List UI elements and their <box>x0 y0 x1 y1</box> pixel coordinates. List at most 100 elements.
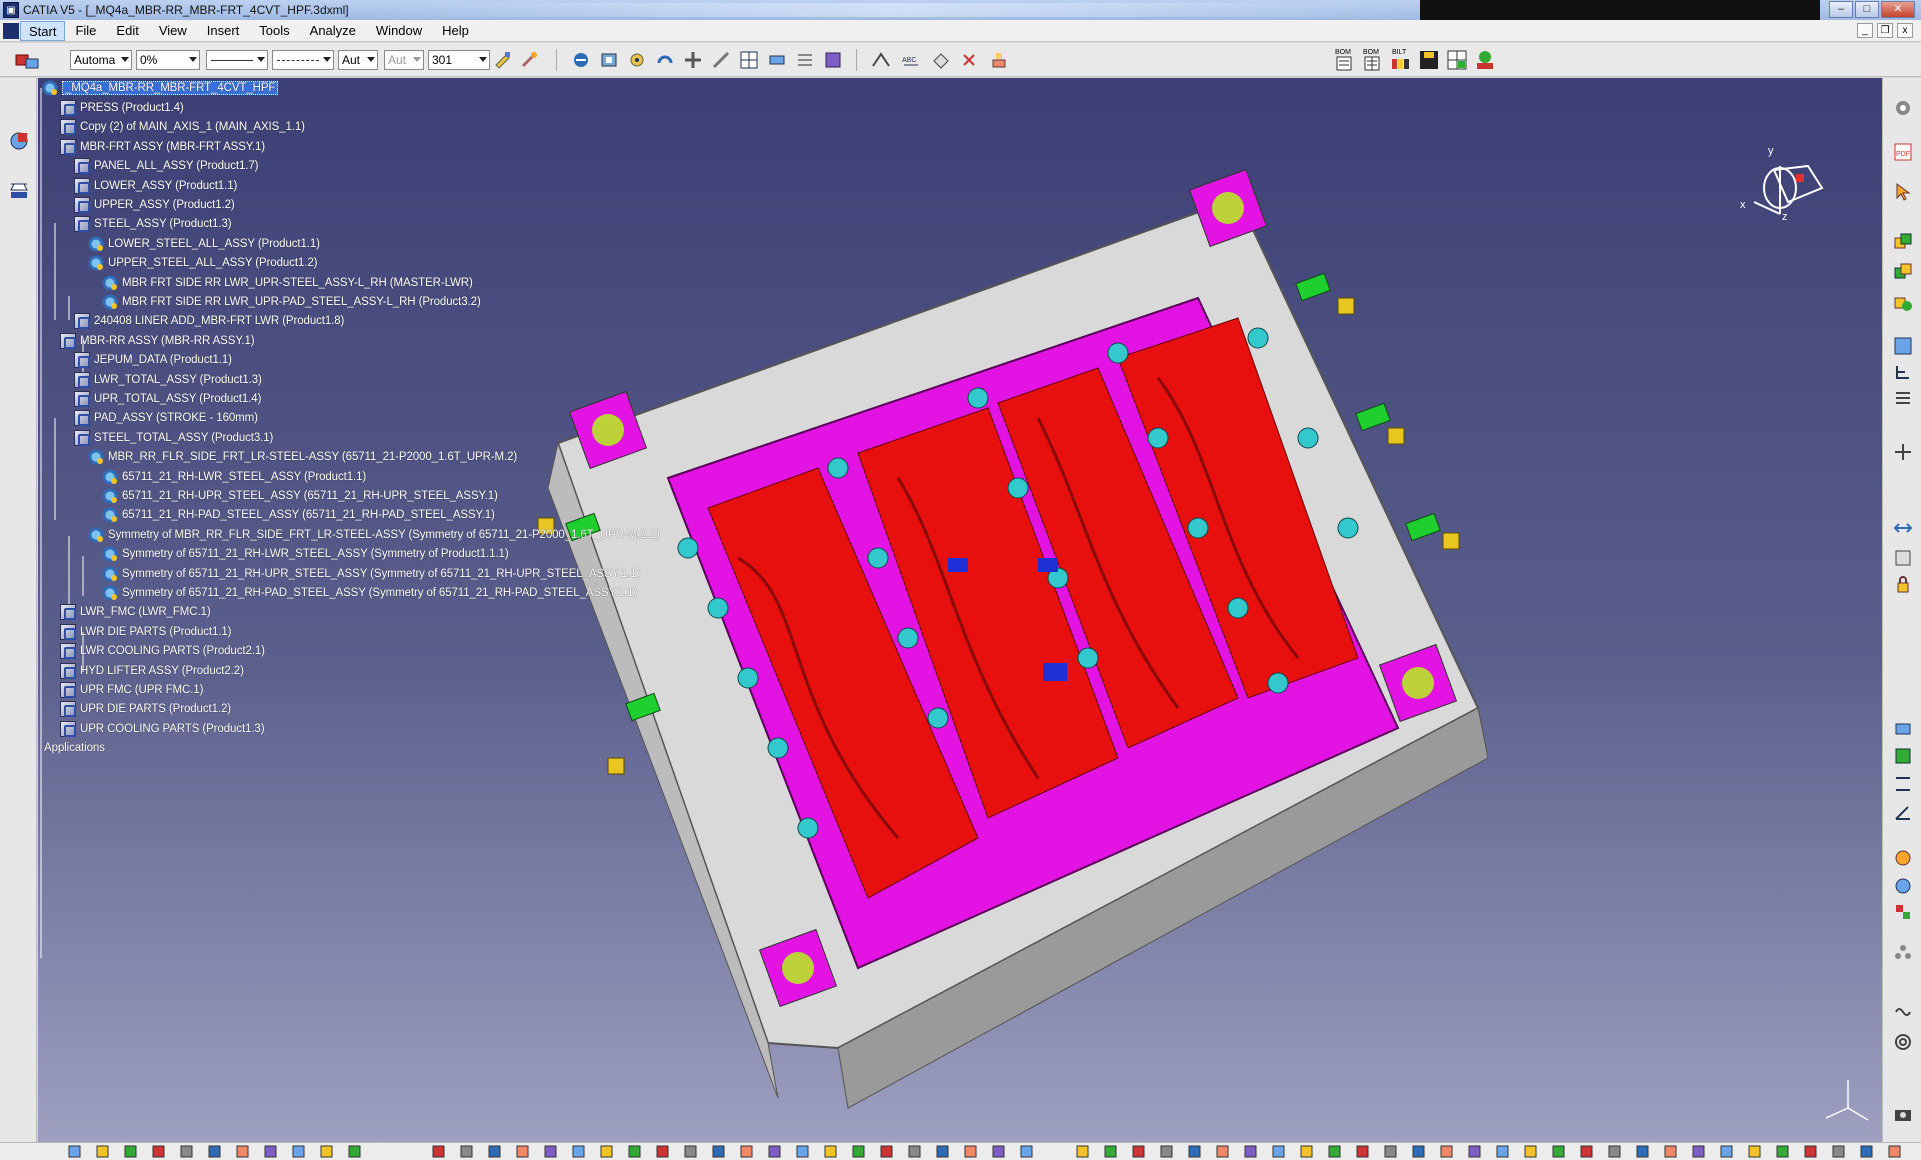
multi-view-icon[interactable] <box>740 51 758 69</box>
tree-node[interactable]: MBR FRT SIDE RR LWR_UPR-STEEL_ASSY-L_RH … <box>102 273 473 293</box>
bottom-toolbar-tool-icon[interactable] <box>880 1145 893 1158</box>
bottom-toolbar-tool-icon[interactable] <box>1328 1145 1341 1158</box>
section-icon[interactable] <box>932 51 950 69</box>
tree-node[interactable]: 65711_21_RH-PAD_STEEL_ASSY (65711_21_RH-… <box>102 505 495 525</box>
line-type-combo[interactable] <box>272 50 334 70</box>
bottom-toolbar-tool-icon[interactable] <box>180 1145 193 1158</box>
tree-node[interactable]: UPPER_STEEL_ALL_ASSY (Product1.2) <box>88 253 317 273</box>
pan-icon[interactable] <box>628 51 646 69</box>
tree-node[interactable]: LOWER_STEEL_ALL_ASSY (Product1.1) <box>88 234 320 254</box>
reorder-icon[interactable] <box>1893 388 1913 408</box>
fit-all-icon[interactable] <box>600 51 618 69</box>
bottom-toolbar-tool-icon[interactable] <box>1748 1145 1761 1158</box>
bottom-toolbar-tool-icon[interactable] <box>432 1145 445 1158</box>
bottom-toolbar-tool-icon[interactable] <box>712 1145 725 1158</box>
exploded-view-icon[interactable] <box>1893 942 1913 962</box>
tree-node[interactable]: Symmetry of MBR_RR_FLR_SIDE_FRT_LR-STEEL… <box>88 525 660 545</box>
menu-edit[interactable]: Edit <box>106 21 148 41</box>
tree-node[interactable]: PAD_ASSY (STROKE - 160mm) <box>74 408 258 428</box>
bottom-toolbar-tool-icon[interactable] <box>488 1145 501 1158</box>
bottom-toolbar-tool-icon[interactable] <box>600 1145 613 1158</box>
bottom-toolbar-tool-icon[interactable] <box>1104 1145 1117 1158</box>
graph-tree-icon[interactable] <box>1893 362 1913 382</box>
tree-node[interactable]: STEEL_TOTAL_ASSY (Product3.1) <box>74 428 273 448</box>
bottom-toolbar-tool-icon[interactable] <box>516 1145 529 1158</box>
save-disk-icon[interactable] <box>1418 49 1440 71</box>
tree-node[interactable]: UPPER_ASSY (Product1.2) <box>74 195 235 215</box>
bottom-toolbar-tool-icon[interactable] <box>768 1145 781 1158</box>
bottom-toolbar-tool-icon[interactable] <box>1888 1145 1901 1158</box>
close-button[interactable]: ✕ <box>1881 1 1915 18</box>
bottom-toolbar-tool-icon[interactable] <box>348 1145 361 1158</box>
tree-node[interactable]: PRESS (Product1.4) <box>60 98 184 118</box>
menu-tools[interactable]: Tools <box>249 21 299 41</box>
tree-node[interactable]: MBR-FRT ASSY (MBR-FRT ASSY.1) <box>60 137 265 157</box>
tree-node[interactable]: 65711_21_RH-UPR_STEEL_ASSY (65711_21_RH-… <box>102 486 498 506</box>
bottom-toolbar-tool-icon[interactable] <box>1636 1145 1649 1158</box>
tree-node[interactable]: MBR-RR ASSY (MBR-RR ASSY.1) <box>60 331 255 351</box>
menu-help[interactable]: Help <box>432 21 479 41</box>
spring-icon[interactable] <box>1893 1002 1913 1022</box>
bottom-toolbar-tool-icon[interactable] <box>68 1145 81 1158</box>
compass-reset-icon[interactable] <box>8 178 30 202</box>
export-icon[interactable] <box>1474 49 1496 71</box>
bottom-toolbar-tool-icon[interactable] <box>1664 1145 1677 1158</box>
bottom-toolbar-tool-icon[interactable] <box>1524 1145 1537 1158</box>
bottom-toolbar-tool-icon[interactable] <box>1832 1145 1845 1158</box>
bottom-toolbar-tool-icon[interactable] <box>572 1145 585 1158</box>
bottom-toolbar-tool-icon[interactable] <box>1244 1145 1257 1158</box>
insert-component-icon[interactable] <box>1893 232 1913 252</box>
catia-app-icon[interactable]: ▣ <box>3 2 19 18</box>
bottom-toolbar-tool-icon[interactable] <box>320 1145 333 1158</box>
wand-icon[interactable] <box>520 51 538 69</box>
tree-node[interactable]: LOWER_ASSY (Product1.1) <box>74 176 237 196</box>
tree-applications-node[interactable]: Applications <box>44 738 105 758</box>
tree-node[interactable]: LWR_FMC (LWR_FMC.1) <box>60 602 211 622</box>
bottom-toolbar-tool-icon[interactable] <box>1384 1145 1397 1158</box>
clash-icon[interactable] <box>960 51 978 69</box>
bottom-toolbar-tool-icon[interactable] <box>908 1145 921 1158</box>
tree-node[interactable]: LWR COOLING PARTS (Product2.1) <box>60 641 265 661</box>
point-combo[interactable]: Aut <box>338 50 378 70</box>
bottom-toolbar-tool-icon[interactable] <box>1440 1145 1453 1158</box>
bottom-toolbar-tool-icon[interactable] <box>1216 1145 1229 1158</box>
select-tool-icon[interactable] <box>14 49 42 71</box>
new-part-icon[interactable] <box>1893 292 1913 312</box>
bottom-toolbar-tool-icon[interactable] <box>1776 1145 1789 1158</box>
normal-view-icon[interactable] <box>712 51 730 69</box>
bottom-toolbar-tool-icon[interactable] <box>992 1145 1005 1158</box>
tree-node[interactable]: Symmetry of 65711_21_RH-PAD_STEEL_ASSY (… <box>102 583 637 603</box>
distance-icon[interactable] <box>990 51 1008 69</box>
rotate-icon[interactable] <box>656 51 674 69</box>
tree-node[interactable]: LWR DIE PARTS (Product1.1) <box>60 622 232 642</box>
annotation-icon[interactable]: ABC <box>902 51 920 69</box>
fly-icon[interactable] <box>572 51 590 69</box>
menu-file[interactable]: File <box>65 21 106 41</box>
tree-node[interactable]: MBR FRT SIDE RR LWR_UPR-PAD_STEEL_ASSY-L… <box>102 292 481 312</box>
tree-node[interactable]: JEPUM_DATA (Product1.1) <box>74 350 232 370</box>
tree-node[interactable]: HYD LIFTER ASSY (Product2.2) <box>60 661 244 681</box>
tree-root-node[interactable]: _MQ4a_MBR-RR_MBR-FRT_4CVT_HPF <box>42 78 279 98</box>
doc-restore-button[interactable]: ❐ <box>1877 23 1893 38</box>
materials-icon[interactable] <box>1893 902 1913 922</box>
bottom-toolbar-tool-icon[interactable] <box>236 1145 249 1158</box>
constraint-offset-icon[interactable] <box>1893 774 1913 794</box>
tree-node[interactable]: PANEL_ALL_ASSY (Product1.7) <box>74 156 258 176</box>
bottom-toolbar-tool-icon[interactable] <box>152 1145 165 1158</box>
bottom-toolbar-tool-icon[interactable] <box>1552 1145 1565 1158</box>
bottom-toolbar-tool-icon[interactable] <box>1300 1145 1313 1158</box>
tree-node[interactable]: Symmetry of 65711_21_RH-LWR_STEEL_ASSY (… <box>102 544 509 564</box>
bottom-toolbar-tool-icon[interactable] <box>1160 1145 1173 1158</box>
doc-minimize-button[interactable]: _ <box>1857 23 1873 38</box>
camera-icon[interactable] <box>1893 1104 1913 1124</box>
menu-window[interactable]: Window <box>366 21 432 41</box>
constraint-angle-icon[interactable] <box>1893 802 1913 822</box>
bottom-toolbar-tool-icon[interactable] <box>824 1145 837 1158</box>
maximize-button[interactable]: □ <box>1855 1 1879 18</box>
tree-node[interactable]: UPR_TOTAL_ASSY (Product1.4) <box>74 389 261 409</box>
hide-show-icon[interactable] <box>824 51 842 69</box>
measure-icon[interactable] <box>872 51 890 69</box>
snap-icon[interactable] <box>1893 548 1913 568</box>
bottom-toolbar-tool-icon[interactable] <box>1720 1145 1733 1158</box>
layer-number-combo[interactable]: 301 <box>428 50 490 70</box>
